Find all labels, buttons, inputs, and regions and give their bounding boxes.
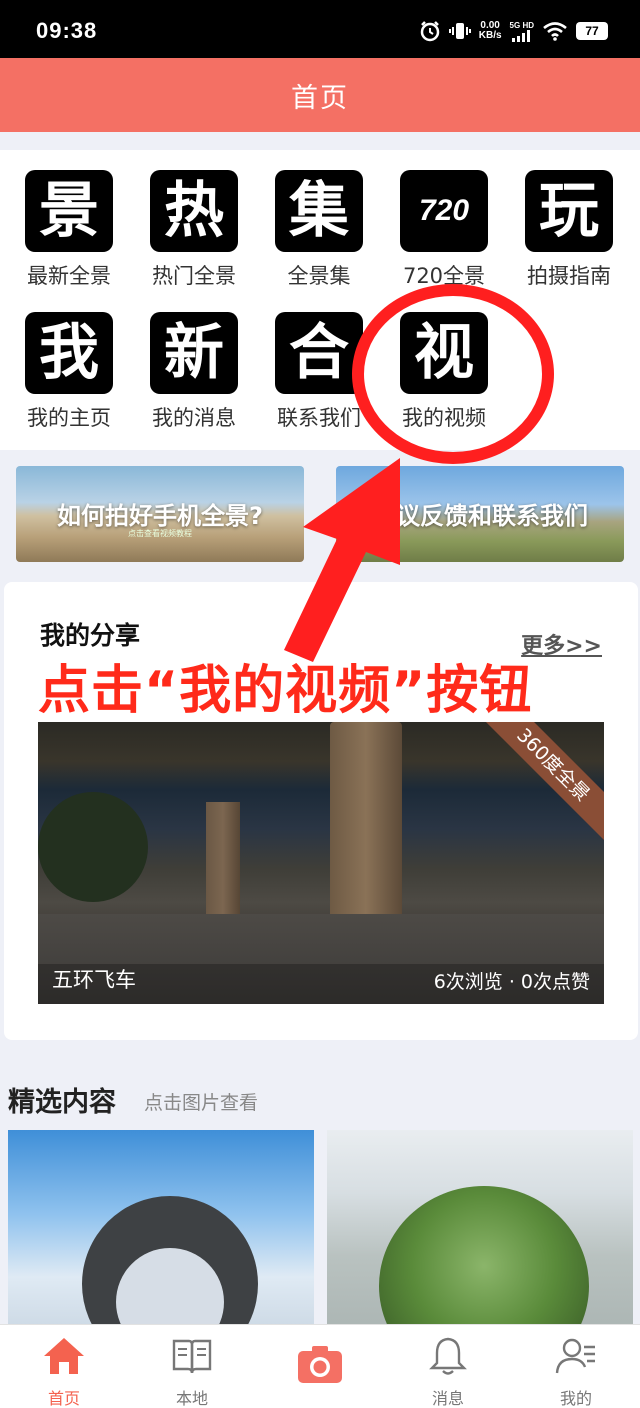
nav-label: 消息 (431, 1389, 464, 1408)
featured-thumb[interactable] (8, 1130, 314, 1340)
nav-label: 首页 (47, 1389, 80, 1408)
banner-title: 建议反馈和联系我们 (372, 502, 588, 530)
grid-item-label: 全景集 (287, 264, 351, 288)
profile-icon (555, 1338, 595, 1374)
nav-camera[interactable] (256, 1325, 384, 1408)
grid-item-label: 拍摄指南 (527, 264, 611, 288)
grid-item-label: 联系我们 (277, 406, 361, 430)
scene-tree (38, 792, 148, 902)
net-speed-unit: KB/s (478, 30, 502, 41)
planet-shape (379, 1186, 589, 1340)
grid-item-label: 我的消息 (152, 406, 236, 430)
wifi-icon (543, 22, 567, 41)
feedback-banner[interactable]: 建议反馈和联系我们 (336, 466, 624, 562)
re-icon: 热 (150, 170, 238, 252)
jing-icon: 景 (25, 170, 113, 252)
grid-item-my-home[interactable]: 我 我的主页 (14, 312, 124, 432)
banner-title: 如何拍好手机全景? (57, 502, 263, 530)
featured-thumb[interactable] (327, 1130, 633, 1340)
signal-label: 5G HD (509, 20, 534, 30)
home-icon (44, 1338, 84, 1374)
signal-bars-icon (511, 29, 530, 42)
signal: 5G HD (510, 21, 534, 42)
featured-subtitle: 点击图片查看 (144, 1092, 259, 1114)
annotation-circle (352, 284, 554, 464)
share-item-name: 五环飞车 (52, 968, 136, 992)
grid-item-collection[interactable]: 集 全景集 (264, 170, 374, 290)
ji-icon: 集 (275, 170, 363, 252)
grid-item-latest[interactable]: 景 最新全景 (14, 170, 124, 290)
alarm-icon (420, 21, 439, 42)
nav-label: 我的 (559, 1389, 592, 1408)
nav-local[interactable]: 本地 (128, 1325, 256, 1408)
grid-item-label: 热门全景 (152, 264, 236, 288)
nav-label: 本地 (175, 1389, 208, 1408)
he-icon: 合 (275, 312, 363, 394)
grid-item-label: 我的主页 (27, 406, 111, 430)
bell-icon (429, 1337, 467, 1375)
annotation-text: 点击“我的视频”按钮 (36, 659, 534, 724)
battery-indicator: 77 (576, 22, 608, 40)
book-icon (172, 1339, 212, 1374)
featured-title: 精选内容 (8, 1087, 116, 1118)
net-speed: 0.00 KB/s (479, 21, 502, 41)
share-title: 我的分享 (40, 621, 141, 650)
camera-icon (298, 1346, 342, 1383)
status-icons: 0.00 KB/s 5G HD 77 (419, 18, 608, 44)
vibrate-icon (448, 23, 471, 39)
720-icon: 720 (400, 170, 488, 252)
grid-item-guide[interactable]: 玩 拍摄指南 (514, 170, 624, 290)
nav-profile[interactable]: 我的 (512, 1325, 640, 1408)
banner-subtitle: 点击查看视频教程 (128, 529, 192, 538)
grid-item-hot[interactable]: 热 热门全景 (139, 170, 249, 290)
xin-icon: 新 (150, 312, 238, 394)
panorama-badge: 360度全景 (473, 722, 604, 845)
bottom-nav: 首页 本地 消息 我的 (0, 1324, 640, 1408)
status-time: 09:38 (36, 18, 98, 43)
share-item-stats: 6次浏览 · 0次点赞 (433, 971, 590, 993)
nav-messages[interactable]: 消息 (384, 1325, 512, 1408)
status-bar: 09:38 0.00 KB/s 5G HD 77 (0, 0, 640, 58)
share-item-image[interactable]: 五环飞车 6次浏览 · 0次点赞 360度全景 (38, 722, 604, 1004)
grid-item-label: 最新全景 (27, 264, 111, 288)
grid-item-my-messages[interactable]: 新 我的消息 (139, 312, 249, 432)
grid-item-720[interactable]: 720 720全景 (389, 170, 499, 290)
tutorial-banner[interactable]: 如何拍好手机全景? 点击查看视频教程 (16, 466, 304, 562)
page-title: 首页 (291, 82, 349, 114)
wo-icon: 我 (25, 312, 113, 394)
nav-home[interactable]: 首页 (0, 1325, 128, 1408)
wan-icon: 玩 (525, 170, 613, 252)
app-header: 首页 (0, 58, 640, 132)
